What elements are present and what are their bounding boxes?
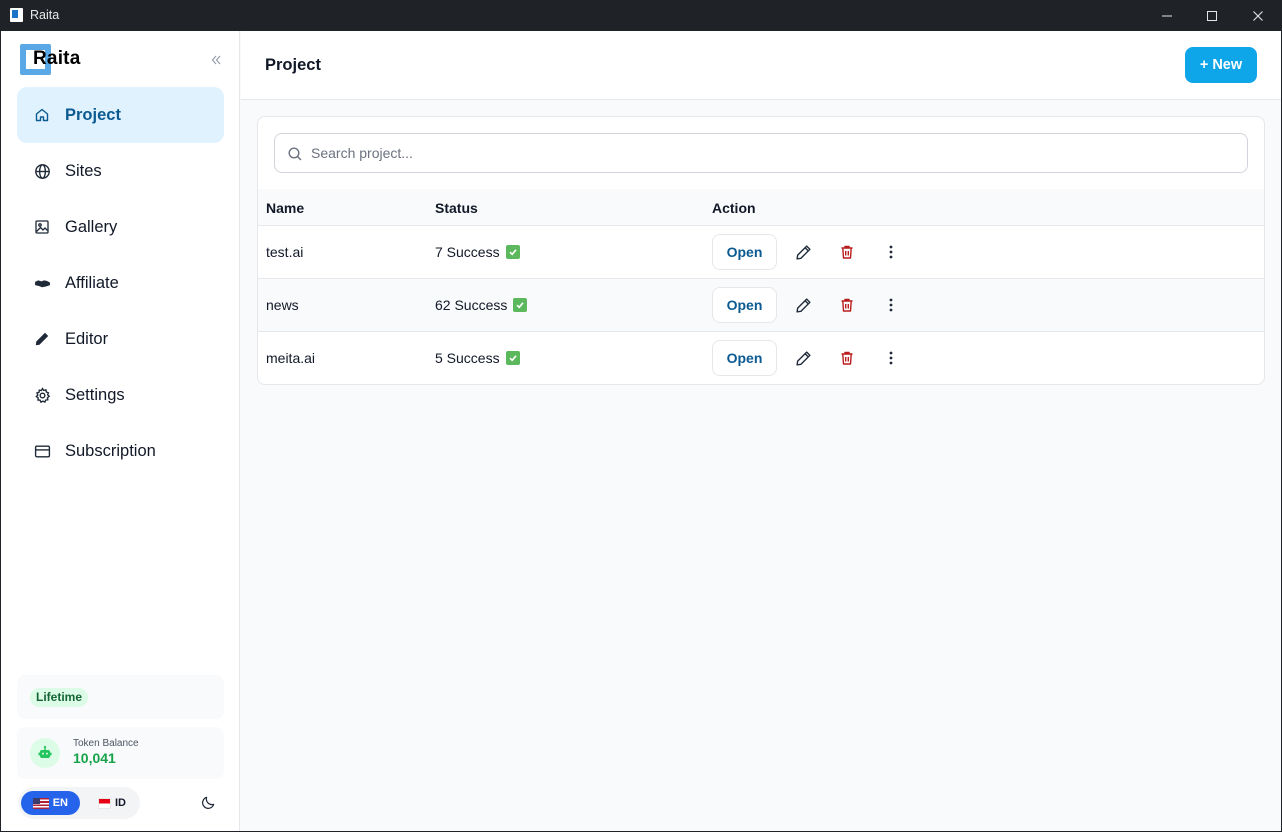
search-icon: [287, 146, 303, 162]
edit-icon[interactable]: [794, 349, 812, 367]
project-status: 5 Success: [435, 350, 520, 366]
chevrons-left-icon: [211, 55, 221, 65]
minimize-button[interactable]: [1144, 0, 1190, 31]
edit-icon[interactable]: [794, 243, 812, 261]
language-en-button[interactable]: EN: [21, 791, 80, 815]
project-name: meita.ai: [266, 350, 316, 366]
more-vertical-icon[interactable]: [882, 296, 900, 314]
column-header-status: Status: [435, 200, 478, 216]
new-project-button[interactable]: + New: [1185, 47, 1257, 83]
robot-icon: [30, 738, 60, 768]
check-icon: [505, 245, 520, 259]
collapse-sidebar-button[interactable]: [207, 51, 225, 69]
sidebar-item-project[interactable]: Project: [17, 87, 224, 143]
page-title: Project: [265, 56, 321, 74]
check-icon: [505, 351, 520, 365]
gear-icon: [33, 386, 51, 404]
credit-card-icon: [33, 442, 51, 460]
language-switch: EN ID: [18, 787, 140, 819]
column-header-action: Action: [712, 200, 756, 216]
edit-icon[interactable]: [794, 296, 812, 314]
page-header: Project + New: [241, 31, 1281, 100]
trash-icon[interactable]: [838, 349, 856, 367]
sidebar-item-label: Project: [65, 105, 121, 124]
us-flag-icon: [33, 797, 49, 809]
globe-icon: [33, 162, 51, 180]
plan-badge: Lifetime: [30, 688, 89, 707]
trash-icon[interactable]: [838, 296, 856, 314]
theme-toggle-button[interactable]: [199, 793, 217, 811]
close-button[interactable]: [1235, 0, 1281, 31]
sidebar-item-label: Editor: [65, 329, 109, 348]
indonesia-flag-icon: [98, 797, 111, 809]
open-button[interactable]: Open: [712, 234, 777, 270]
project-status: 62 Success: [435, 297, 528, 313]
sidebar-item-affiliate[interactable]: Affiliate: [17, 255, 224, 311]
status-text: 7 Success: [435, 244, 500, 260]
sidebar-item-subscription[interactable]: Subscription: [17, 423, 224, 479]
column-header-name: Name: [266, 200, 305, 216]
sidebar-item-label: Gallery: [65, 217, 118, 236]
token-balance-value: 10,041: [73, 750, 116, 766]
sidebar-item-editor[interactable]: Editor: [17, 311, 224, 367]
language-code: EN: [52, 797, 68, 809]
search-box: [274, 133, 1248, 173]
table-header: Name Status Action: [258, 189, 1264, 226]
app-icon: [10, 8, 23, 22]
more-vertical-icon[interactable]: [882, 349, 900, 367]
sidebar-item-label: Settings: [65, 385, 125, 404]
search-input[interactable]: [311, 134, 1231, 172]
language-id-button[interactable]: ID: [86, 791, 138, 815]
sidebar-item-settings[interactable]: Settings: [17, 367, 224, 423]
home-icon: [33, 106, 51, 124]
sidebar-nav: Project Sites Gallery Affiliate Editor S…: [17, 87, 224, 479]
maximize-button[interactable]: [1189, 0, 1235, 31]
status-text: 5 Success: [435, 350, 500, 366]
window-titlebar: Raita: [0, 0, 1282, 31]
logo[interactable]: Raita: [20, 44, 82, 76]
token-balance-label: Token Balance: [73, 738, 139, 749]
window-title: Raita: [30, 8, 60, 22]
sidebar-item-label: Affiliate: [65, 273, 119, 292]
project-name: news: [266, 297, 299, 313]
pencil-icon: [33, 330, 51, 348]
table-row: news 62 Success Open: [258, 279, 1264, 332]
sidebar-item-sites[interactable]: Sites: [17, 143, 224, 199]
token-balance-card: Token Balance 10,041: [17, 727, 224, 779]
trash-icon[interactable]: [838, 243, 856, 261]
status-text: 62 Success: [435, 297, 508, 313]
table-row: test.ai 7 Success Open: [258, 226, 1264, 279]
moon-icon: [201, 796, 214, 809]
app-window: Raita Project Sites Gallery Affiliate Ed…: [1, 31, 1281, 831]
handshake-icon: [33, 274, 51, 292]
sidebar-item-gallery[interactable]: Gallery: [17, 199, 224, 255]
check-icon: [513, 298, 528, 312]
project-status: 7 Success: [435, 244, 520, 260]
table-row: meita.ai 5 Success Open: [258, 332, 1264, 384]
image-icon: [33, 218, 51, 236]
open-button[interactable]: Open: [712, 340, 777, 376]
sidebar: Raita Project Sites Gallery Affiliate Ed…: [1, 31, 240, 831]
logo-text: Raita: [33, 48, 81, 69]
open-button[interactable]: Open: [712, 287, 777, 323]
more-vertical-icon[interactable]: [882, 243, 900, 261]
project-card: Name Status Action test.ai 7 Success Ope…: [257, 116, 1265, 385]
language-code: ID: [115, 797, 126, 809]
project-name: test.ai: [266, 244, 304, 260]
sidebar-item-label: Sites: [65, 161, 102, 180]
sidebar-item-label: Subscription: [65, 441, 156, 460]
main-content: Project + New Name Status Action test.ai…: [241, 31, 1281, 831]
plan-card: Lifetime: [17, 675, 224, 719]
